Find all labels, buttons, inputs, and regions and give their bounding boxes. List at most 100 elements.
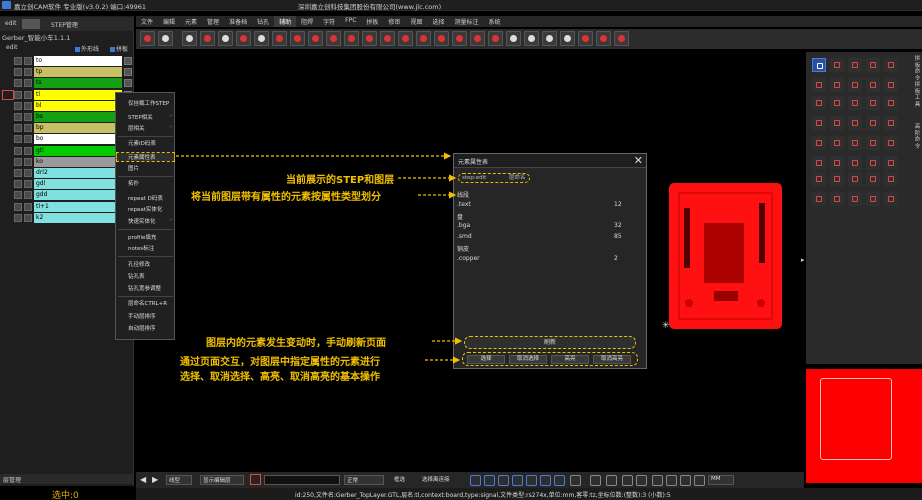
bottom-tool-icon[interactable] (540, 475, 551, 486)
panel-tool-button[interactable] (812, 156, 826, 170)
panel-tool-button[interactable] (812, 172, 826, 186)
layer-name[interactable]: gtl (34, 145, 122, 156)
menu-prep[interactable]: 准备档 (224, 16, 252, 27)
prev-icon[interactable]: ◀ (140, 475, 146, 484)
menu-silk[interactable]: 字符 (318, 16, 340, 27)
layer-visible-checkbox[interactable] (14, 213, 22, 222)
context-menu-item[interactable]: repeat D码表 (128, 194, 163, 202)
tool-button[interactable] (200, 31, 215, 46)
panel-tool-button[interactable] (812, 58, 826, 72)
menu-review[interactable]: 修审 (383, 16, 405, 27)
layer-name[interactable]: ko (34, 156, 122, 167)
panel-vertical-label[interactable]: 拼板工具 (914, 82, 921, 108)
line-type-select[interactable]: 线型 (166, 475, 192, 485)
panel-tool-button[interactable] (812, 78, 826, 92)
menu-view[interactable]: 视图 (405, 16, 427, 27)
context-menu-item[interactable]: 元素属性表 (116, 152, 175, 162)
panel-tool-button[interactable] (866, 192, 880, 206)
panel-tool-button[interactable] (866, 136, 880, 150)
layer-visible-checkbox[interactable] (14, 57, 22, 65)
tool-button[interactable] (326, 31, 341, 46)
cross-select-button[interactable]: 选择离连接 (422, 475, 450, 483)
command-input[interactable] (264, 475, 340, 485)
attribute-row[interactable]: .bga 32 (457, 222, 637, 229)
layer-row[interactable]: to (14, 56, 132, 66)
panel-checkbox[interactable]: 拼板 (110, 44, 128, 53)
outline-checkbox[interactable]: 外形线 (75, 44, 99, 53)
tool-button[interactable] (362, 31, 377, 46)
attribute-row[interactable]: .copper 2 (457, 255, 637, 262)
panel-tool-button[interactable] (866, 96, 880, 110)
menu-panel[interactable]: 拼板 (361, 16, 383, 27)
tool-button[interactable] (470, 31, 485, 46)
tool-button[interactable] (524, 31, 539, 46)
unhighlight-button[interactable]: 取消高亮 (593, 355, 631, 364)
panel-tool-button[interactable] (848, 78, 862, 92)
layer-row[interactable]: tp (14, 67, 132, 78)
panel-tool-button[interactable] (830, 172, 844, 186)
attribute-row[interactable]: .text 12 (457, 201, 637, 208)
layer-visible-checkbox[interactable] (14, 180, 22, 189)
menu-manage[interactable]: 管理 (202, 16, 224, 27)
menu-select[interactable]: 选择 (427, 16, 449, 27)
refresh-button[interactable]: 刷新 (464, 336, 636, 349)
menu-mask[interactable]: 阻焊 (296, 16, 318, 27)
deselect-button[interactable]: 取消选择 (509, 355, 547, 364)
context-menu-item[interactable]: 孔径修改 (128, 260, 150, 268)
layer-edit-checkbox[interactable] (24, 135, 32, 144)
layer-name[interactable]: tl+1 (34, 201, 122, 212)
layer-edit-checkbox[interactable] (24, 90, 32, 99)
attribute-row[interactable]: 盘 (457, 212, 637, 221)
menu-system[interactable]: 系统 (483, 16, 505, 27)
context-menu-item[interactable]: 元素ID码表 (128, 139, 156, 147)
bottom-tool-icon[interactable] (484, 475, 495, 486)
layer-manage-tab[interactable]: 层管理 (0, 474, 134, 484)
layer-edit-checkbox[interactable] (24, 124, 32, 133)
attribute-row[interactable]: 线段 (457, 190, 637, 199)
context-menu-item[interactable]: 层命名CTRL+R (128, 299, 167, 307)
tool-button[interactable] (254, 31, 269, 46)
layer-name[interactable]: gdl (34, 179, 122, 190)
step-name[interactable]: edit (6, 44, 18, 51)
tool-button[interactable] (506, 31, 521, 46)
mode-select[interactable]: 正常 (344, 475, 384, 485)
tool-button[interactable] (398, 31, 413, 46)
bottom-tool-icon[interactable] (622, 475, 633, 486)
panel-tool-button[interactable] (884, 156, 898, 170)
layer-visible-checkbox[interactable] (14, 135, 22, 144)
bottom-tool-icon[interactable] (512, 475, 523, 486)
panel-tool-button[interactable] (866, 78, 880, 92)
layer-option-box[interactable] (124, 57, 132, 65)
tab-edit[interactable]: edit (2, 19, 20, 29)
next-icon[interactable]: ▶ (152, 475, 158, 484)
panel-tool-button[interactable] (866, 156, 880, 170)
panel-tool-button[interactable] (848, 58, 862, 72)
tool-button[interactable] (158, 31, 173, 46)
layer-edit-checkbox[interactable] (24, 213, 32, 222)
layer-row[interactable]: ts (14, 78, 132, 89)
tool-button[interactable] (452, 31, 467, 46)
layer-visible-checkbox[interactable] (14, 79, 22, 88)
attribute-row[interactable]: .smd 85 (457, 233, 637, 240)
layer-name[interactable]: drl2 (34, 168, 122, 178)
panel-tool-button[interactable] (830, 156, 844, 170)
layer-edit-checkbox[interactable] (24, 146, 32, 155)
tool-button[interactable] (236, 31, 251, 46)
panel-tool-button[interactable] (848, 172, 862, 186)
context-menu-item[interactable]: 自动层排序 (128, 324, 156, 332)
tab-blank[interactable] (22, 19, 40, 29)
context-menu-item[interactable]: profile填充 (128, 233, 156, 241)
panel-tool-button[interactable] (848, 116, 862, 130)
panel-tool-button[interactable] (812, 136, 826, 150)
tool-button[interactable] (560, 31, 575, 46)
context-menu-item[interactable]: 手动层排序 (128, 312, 156, 320)
panel-tool-button[interactable] (812, 116, 826, 130)
bottom-tool-icon[interactable] (680, 475, 691, 486)
layer-edit-checkbox[interactable] (24, 57, 32, 65)
panel-tool-button[interactable] (830, 116, 844, 130)
context-menu-item[interactable]: 图片 (128, 164, 139, 172)
panel-tool-button[interactable] (884, 192, 898, 206)
panel-tool-button[interactable] (884, 96, 898, 110)
panel-tool-button[interactable] (830, 96, 844, 110)
bottom-tool-icon[interactable] (526, 475, 537, 486)
